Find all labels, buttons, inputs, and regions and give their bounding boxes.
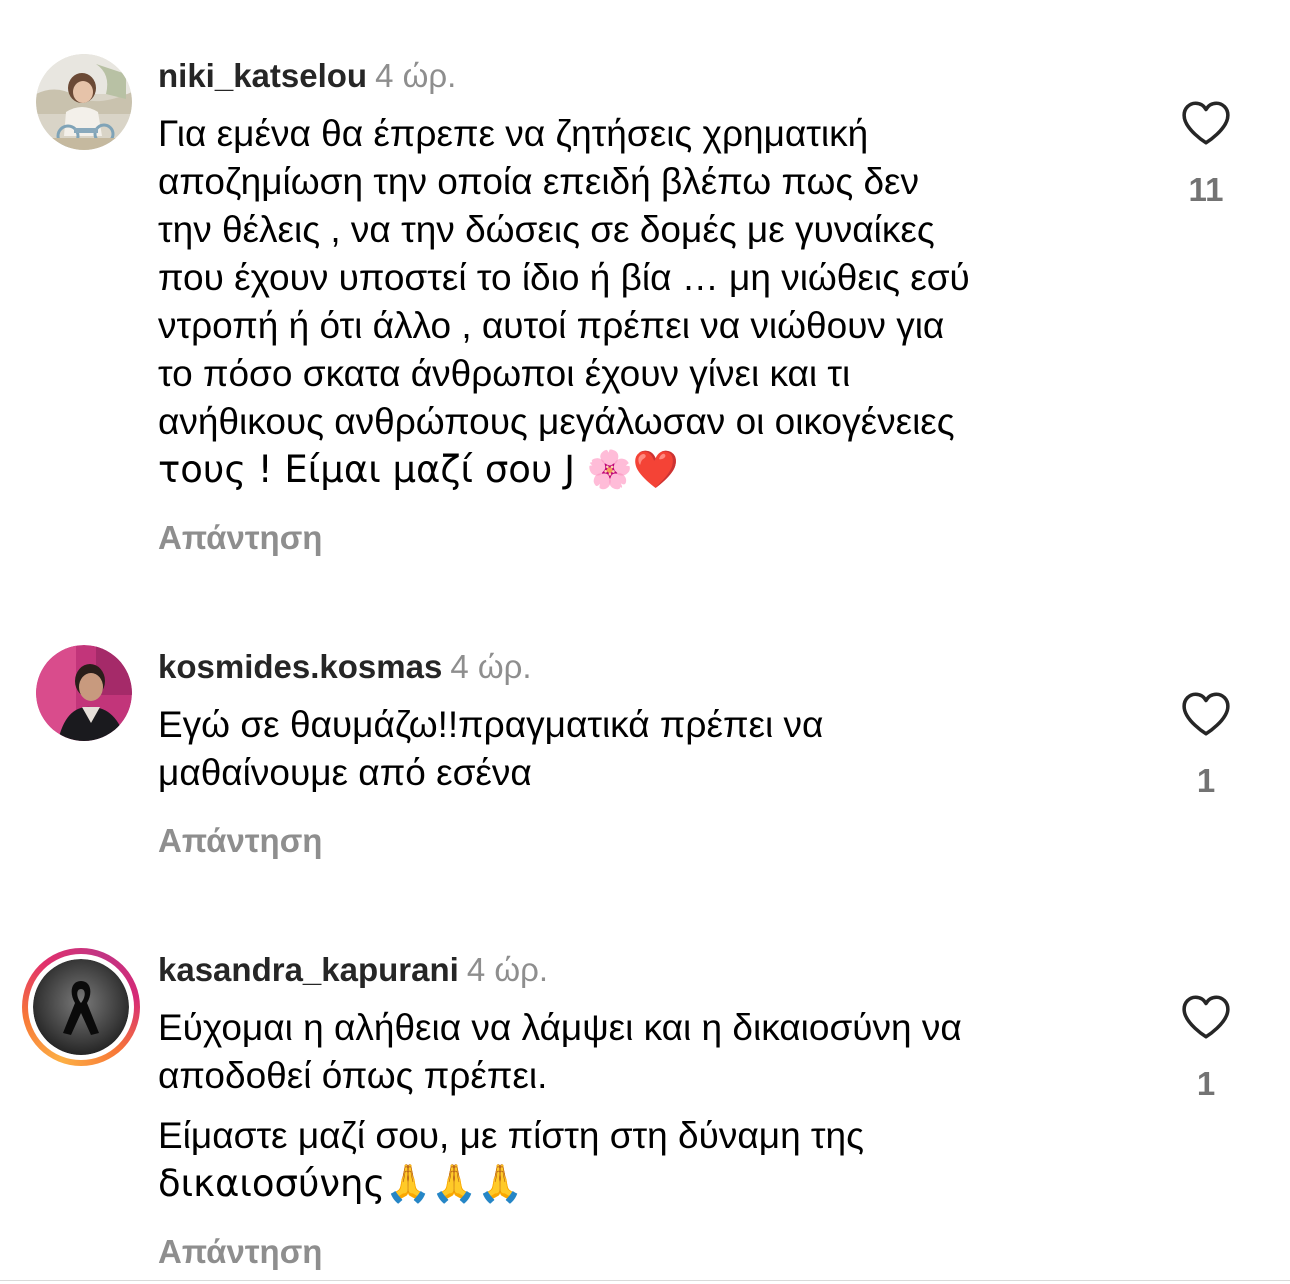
comment-line: Για εμένα θα έπρεπε να ζητήσεις χρηματικ… bbox=[158, 113, 869, 154]
reply-button[interactable]: Απάντηση bbox=[158, 1232, 322, 1272]
black-ribbon-avatar-icon bbox=[33, 959, 129, 1055]
divider bbox=[0, 1280, 1290, 1281]
comment-line: τους ! Είμαι μαζί σου J 🌸❤️ bbox=[158, 448, 679, 491]
story-ring[interactable] bbox=[22, 948, 140, 1066]
avatar[interactable] bbox=[36, 645, 132, 741]
heart-icon[interactable] bbox=[1181, 994, 1231, 1040]
username[interactable]: niki_katselou bbox=[158, 57, 367, 94]
reply-button[interactable]: Απάντηση bbox=[158, 821, 322, 861]
comment-line: ανήθικους ανθρώπους μεγάλωσαν οι οικογέν… bbox=[158, 401, 955, 442]
comment-line: την θέλεις , να την δώσεις σε δομές με γ… bbox=[158, 209, 935, 250]
like-control: 11 bbox=[1172, 100, 1240, 210]
comment-line: αποδοθεί όπως πρέπει. bbox=[158, 1055, 548, 1096]
like-count: 1 bbox=[1196, 762, 1216, 799]
comment-text: Εύχομαι η αλήθεια να λάμψει και η δικαιο… bbox=[158, 1004, 1138, 1100]
timestamp: 4 ώρ. bbox=[375, 57, 457, 94]
comment-text: Είμαστε μαζί σου, με πίστη στη δύναμη τη… bbox=[158, 1112, 1138, 1208]
comment-text: Εγώ σε θαυμάζω!!πραγματικά πρέπει να μαθ… bbox=[158, 701, 1138, 797]
like-control: 1 bbox=[1172, 691, 1240, 801]
comment-line: Είμαστε μαζί σου, με πίστη στη δύναμη τη… bbox=[158, 1115, 864, 1156]
username[interactable]: kasandra_kapurani bbox=[158, 951, 459, 988]
avatar[interactable] bbox=[36, 54, 132, 150]
comment-meta: niki_katselou 4 ώρ. bbox=[158, 56, 456, 96]
comment-line: ντροπή ή ότι άλλο , αυτοί πρέπει να νιώθ… bbox=[158, 305, 945, 346]
like-count: 1 bbox=[1196, 1065, 1216, 1102]
comment-text: Για εμένα θα έπρεπε να ζητήσεις χρηματικ… bbox=[158, 110, 1138, 494]
comment-line: Εύχομαι η αλήθεια να λάμψει και η δικαιο… bbox=[158, 1007, 962, 1048]
comment-meta: kasandra_kapurani 4 ώρ. bbox=[158, 950, 548, 990]
comment-line: μαθαίνουμε από εσένα bbox=[158, 752, 532, 793]
comment-line: το πόσο σκατα άνθρωποι έχουν γίνει και τ… bbox=[158, 353, 851, 394]
comment-line: αποζημίωση την οποία επειδή βλέπω πως δε… bbox=[158, 161, 920, 202]
like-control: 1 bbox=[1172, 994, 1240, 1104]
man-photo-avatar-icon bbox=[36, 645, 132, 741]
comment-meta: kosmides.kosmas 4 ώρ. bbox=[158, 647, 532, 687]
username[interactable]: kosmides.kosmas bbox=[158, 648, 442, 685]
like-count: 11 bbox=[1188, 171, 1224, 208]
reply-button[interactable]: Απάντηση bbox=[158, 518, 322, 558]
girl-photo-avatar-icon bbox=[36, 54, 132, 150]
comment-line: Εγώ σε θαυμάζω!!πραγματικά πρέπει να bbox=[158, 704, 824, 745]
comment-line: που έχουν υποστεί το ίδιο ή βία … μη νιώ… bbox=[158, 257, 970, 298]
timestamp: 4 ώρ. bbox=[466, 951, 549, 988]
timestamp: 4 ώρ. bbox=[450, 648, 532, 685]
heart-icon[interactable] bbox=[1181, 100, 1231, 146]
comment-line: δικαιοσύνης🙏🙏🙏 bbox=[158, 1162, 524, 1205]
heart-icon[interactable] bbox=[1181, 691, 1231, 737]
